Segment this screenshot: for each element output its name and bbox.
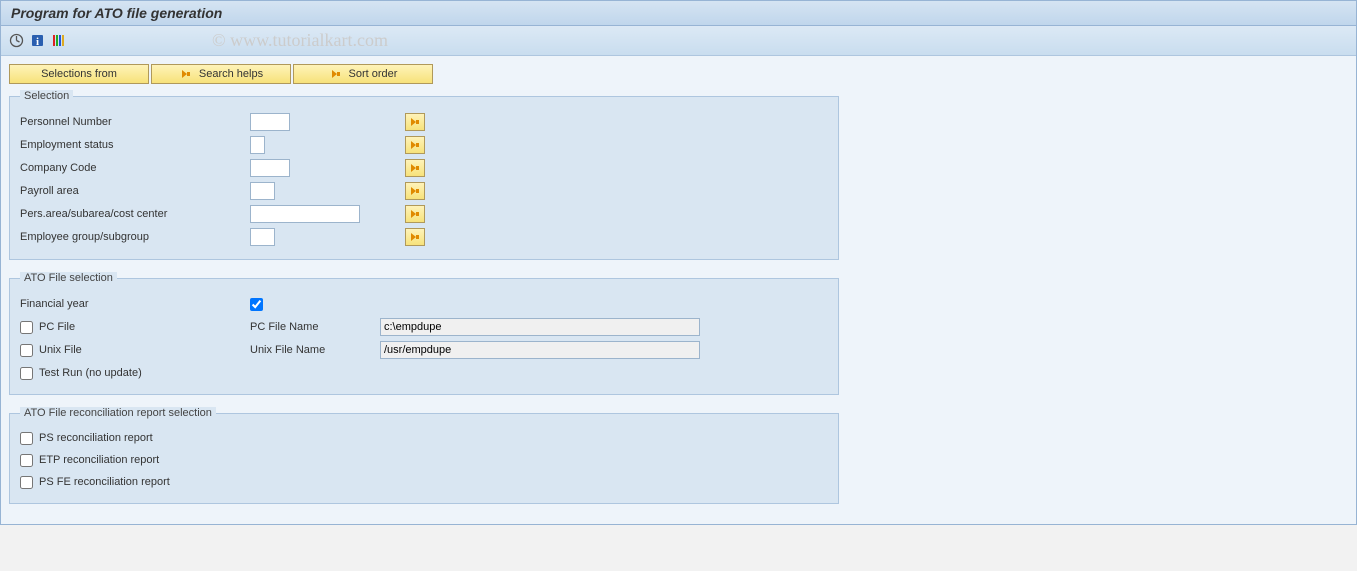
multiple-selection-button[interactable] [405, 113, 425, 131]
pc-file-name-input[interactable] [380, 318, 700, 336]
etp-recon-checkbox[interactable] [20, 454, 33, 467]
ato-file-group: ATO File selection Financial year PC Fil… [9, 272, 839, 395]
psfe-recon-checkbox[interactable] [20, 476, 33, 489]
field-label: Financial year [20, 298, 88, 310]
title-bar: Program for ATO file generation [1, 1, 1356, 26]
list-color-icon[interactable] [51, 33, 66, 48]
page-title: Program for ATO file generation [11, 5, 222, 21]
row-employment-status: Employment status [20, 134, 828, 156]
arrow-right-icon [179, 67, 193, 81]
button-label: Sort order [349, 68, 398, 80]
field-label: Personnel Number [20, 116, 250, 128]
row-pers-area: Pers.area/subarea/cost center [20, 203, 828, 225]
info-icon[interactable]: i [30, 33, 45, 48]
row-unix-file: Unix File Unix File Name [20, 339, 828, 361]
field-label: Company Code [20, 162, 250, 174]
ps-recon-checkbox[interactable] [20, 432, 33, 445]
checkbox-label: PS reconciliation report [39, 432, 153, 444]
field-label: Employment status [20, 139, 250, 151]
checkbox-label: PC File [39, 321, 75, 333]
group-legend: Selection [20, 90, 73, 102]
pc-file-checkbox[interactable] [20, 321, 33, 334]
personnel-number-input[interactable] [250, 113, 290, 131]
checkbox-label: Unix File [39, 344, 82, 356]
pers-area-input[interactable] [250, 205, 360, 223]
unix-file-name-input[interactable] [380, 341, 700, 359]
content-area: Selections from Search helps Sort order … [1, 56, 1356, 524]
payroll-area-input[interactable] [250, 182, 275, 200]
checkbox-label: PS FE reconciliation report [39, 476, 170, 488]
field-label: Unix File Name [250, 344, 380, 356]
search-helps-button[interactable]: Search helps [151, 64, 291, 84]
recon-group: ATO File reconciliation report selection… [9, 407, 839, 504]
watermark-text: © www.tutorialkart.com [212, 30, 388, 51]
selection-group: Selection Personnel Number Employment st… [9, 90, 839, 260]
button-label: Search helps [199, 68, 263, 80]
selections-from-button[interactable]: Selections from [9, 64, 149, 84]
multiple-selection-button[interactable] [405, 159, 425, 177]
field-label: Pers.area/subarea/cost center [20, 208, 250, 220]
multiple-selection-button[interactable] [405, 228, 425, 246]
sort-order-button[interactable]: Sort order [293, 64, 433, 84]
row-pc-file: PC File PC File Name [20, 316, 828, 338]
execute-icon[interactable] [9, 33, 24, 48]
row-psfe-recon: PS FE reconciliation report [20, 471, 828, 493]
row-employee-group: Employee group/subgroup [20, 226, 828, 248]
multiple-selection-button[interactable] [405, 182, 425, 200]
row-etp-recon: ETP reconciliation report [20, 449, 828, 471]
button-label: Selections from [41, 68, 117, 80]
field-label: PC File Name [250, 321, 380, 333]
group-legend: ATO File selection [20, 272, 117, 284]
test-run-checkbox[interactable] [20, 367, 33, 380]
row-payroll-area: Payroll area [20, 180, 828, 202]
row-company-code: Company Code [20, 157, 828, 179]
arrow-right-icon [329, 67, 343, 81]
multiple-selection-button[interactable] [405, 136, 425, 154]
financial-year-checkbox[interactable] [250, 298, 263, 311]
employment-status-input[interactable] [250, 136, 265, 154]
employee-group-input[interactable] [250, 228, 275, 246]
unix-file-checkbox[interactable] [20, 344, 33, 357]
group-legend: ATO File reconciliation report selection [20, 407, 216, 419]
row-test-run: Test Run (no update) [20, 362, 828, 384]
checkbox-label: Test Run (no update) [39, 367, 142, 379]
field-label: Payroll area [20, 185, 250, 197]
row-financial-year: Financial year [20, 293, 828, 315]
multiple-selection-button[interactable] [405, 205, 425, 223]
button-row: Selections from Search helps Sort order [9, 64, 1348, 84]
company-code-input[interactable] [250, 159, 290, 177]
svg-text:i: i [36, 36, 39, 48]
checkbox-label: ETP reconciliation report [39, 454, 159, 466]
row-ps-recon: PS reconciliation report [20, 427, 828, 449]
app-toolbar: i © www.tutorialkart.com [1, 26, 1356, 56]
field-label: Employee group/subgroup [20, 231, 250, 243]
row-personnel-number: Personnel Number [20, 111, 828, 133]
app-window: Program for ATO file generation i © www.… [0, 0, 1357, 525]
